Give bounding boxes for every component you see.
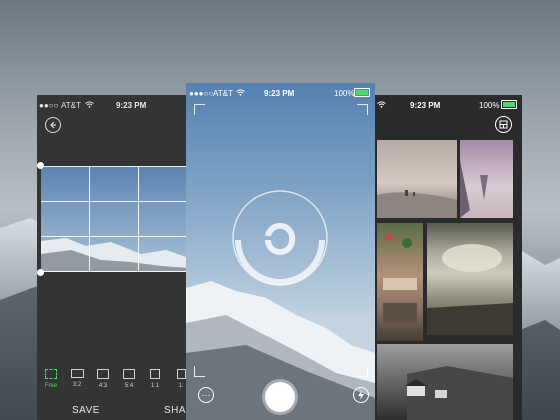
wifi-icon bbox=[377, 101, 386, 110]
shutter-button[interactable] bbox=[265, 382, 295, 412]
carrier-label: AT&T bbox=[213, 89, 233, 98]
crop-grid-line bbox=[41, 201, 189, 202]
time-label: 9:23 PM bbox=[116, 101, 147, 110]
ratio-4-3-button[interactable]: 4:3 bbox=[91, 369, 115, 389]
status-bar: ●●●○○ AT&T 9:23 PM 100% bbox=[186, 83, 375, 105]
camera-phone: ●●●○○ AT&T 9:23 PM 100% ⋯ bbox=[186, 83, 375, 420]
ratio-icon bbox=[70, 369, 84, 378]
crop-handle-bottom-left[interactable] bbox=[37, 269, 44, 276]
gallery-photo[interactable] bbox=[427, 223, 513, 335]
ratio-free-button[interactable]: Free bbox=[39, 369, 63, 389]
status-bar: 9:23 PM 100% bbox=[373, 95, 522, 117]
crop-grid-line bbox=[41, 271, 189, 272]
crop-screen-phone: ●●○○ AT&T 9:23 PM Free 3:2 4:3 5:4 1:1 1… bbox=[37, 95, 189, 420]
battery-label: 100% bbox=[334, 89, 355, 98]
focus-ring-icon[interactable] bbox=[230, 188, 330, 288]
crop-photo bbox=[41, 166, 189, 272]
free-ratio-icon bbox=[45, 369, 57, 379]
battery-label: 100% bbox=[479, 101, 500, 110]
more-icon[interactable]: ⋯ bbox=[198, 387, 214, 403]
ratio-5-4-button[interactable]: 5:4 bbox=[117, 369, 141, 389]
wifi-icon bbox=[85, 101, 94, 110]
ratio-label: Free bbox=[44, 383, 58, 389]
gallery-phone: 9:23 PM 100% bbox=[373, 95, 522, 420]
signal-dots: ●●●○○ bbox=[189, 89, 214, 98]
save-button[interactable]: SAVE bbox=[72, 405, 100, 416]
ratio-label: 3:2 bbox=[72, 382, 82, 388]
gallery-photo[interactable] bbox=[377, 223, 423, 341]
crop-grid-line bbox=[41, 236, 189, 237]
frame-corner bbox=[194, 104, 205, 115]
ratio-icon bbox=[176, 369, 186, 379]
grid-layout-icon[interactable] bbox=[495, 116, 512, 133]
gallery-photo[interactable] bbox=[460, 140, 513, 218]
back-arrow-icon[interactable] bbox=[45, 117, 61, 133]
crop-image[interactable] bbox=[41, 166, 189, 272]
signal-dots: ●●○○ bbox=[39, 101, 59, 110]
frame-corner bbox=[194, 366, 205, 377]
gallery-photo[interactable] bbox=[377, 344, 513, 420]
battery-icon bbox=[501, 100, 517, 109]
status-bar: ●●○○ AT&T 9:23 PM bbox=[37, 95, 189, 117]
carrier-label: AT&T bbox=[61, 101, 81, 110]
crop-handle-top-left[interactable] bbox=[37, 162, 44, 169]
ratio-icon bbox=[123, 369, 135, 379]
ratio-icon bbox=[150, 369, 160, 379]
battery-icon bbox=[354, 88, 370, 97]
crop-grid-line bbox=[41, 166, 189, 167]
frame-corner bbox=[357, 104, 368, 115]
frame-corner bbox=[357, 366, 368, 377]
ratio-label: 5:4 bbox=[124, 383, 134, 389]
ratio-icon bbox=[97, 369, 109, 379]
ratio-1-1-button[interactable]: 1:1 bbox=[143, 369, 167, 389]
ratio-label: 4:3 bbox=[98, 383, 108, 389]
ratio-label: 1:1 bbox=[150, 383, 160, 389]
time-label: 9:23 PM bbox=[410, 101, 441, 110]
gallery-photo[interactable] bbox=[377, 140, 457, 218]
crop-grid-line bbox=[89, 166, 90, 272]
time-label: 9:23 PM bbox=[264, 89, 295, 98]
flash-icon[interactable] bbox=[353, 387, 369, 403]
wifi-icon bbox=[236, 89, 245, 98]
ratio-3-2-button[interactable]: 3:2 bbox=[65, 369, 89, 388]
crop-grid-line bbox=[138, 166, 139, 272]
